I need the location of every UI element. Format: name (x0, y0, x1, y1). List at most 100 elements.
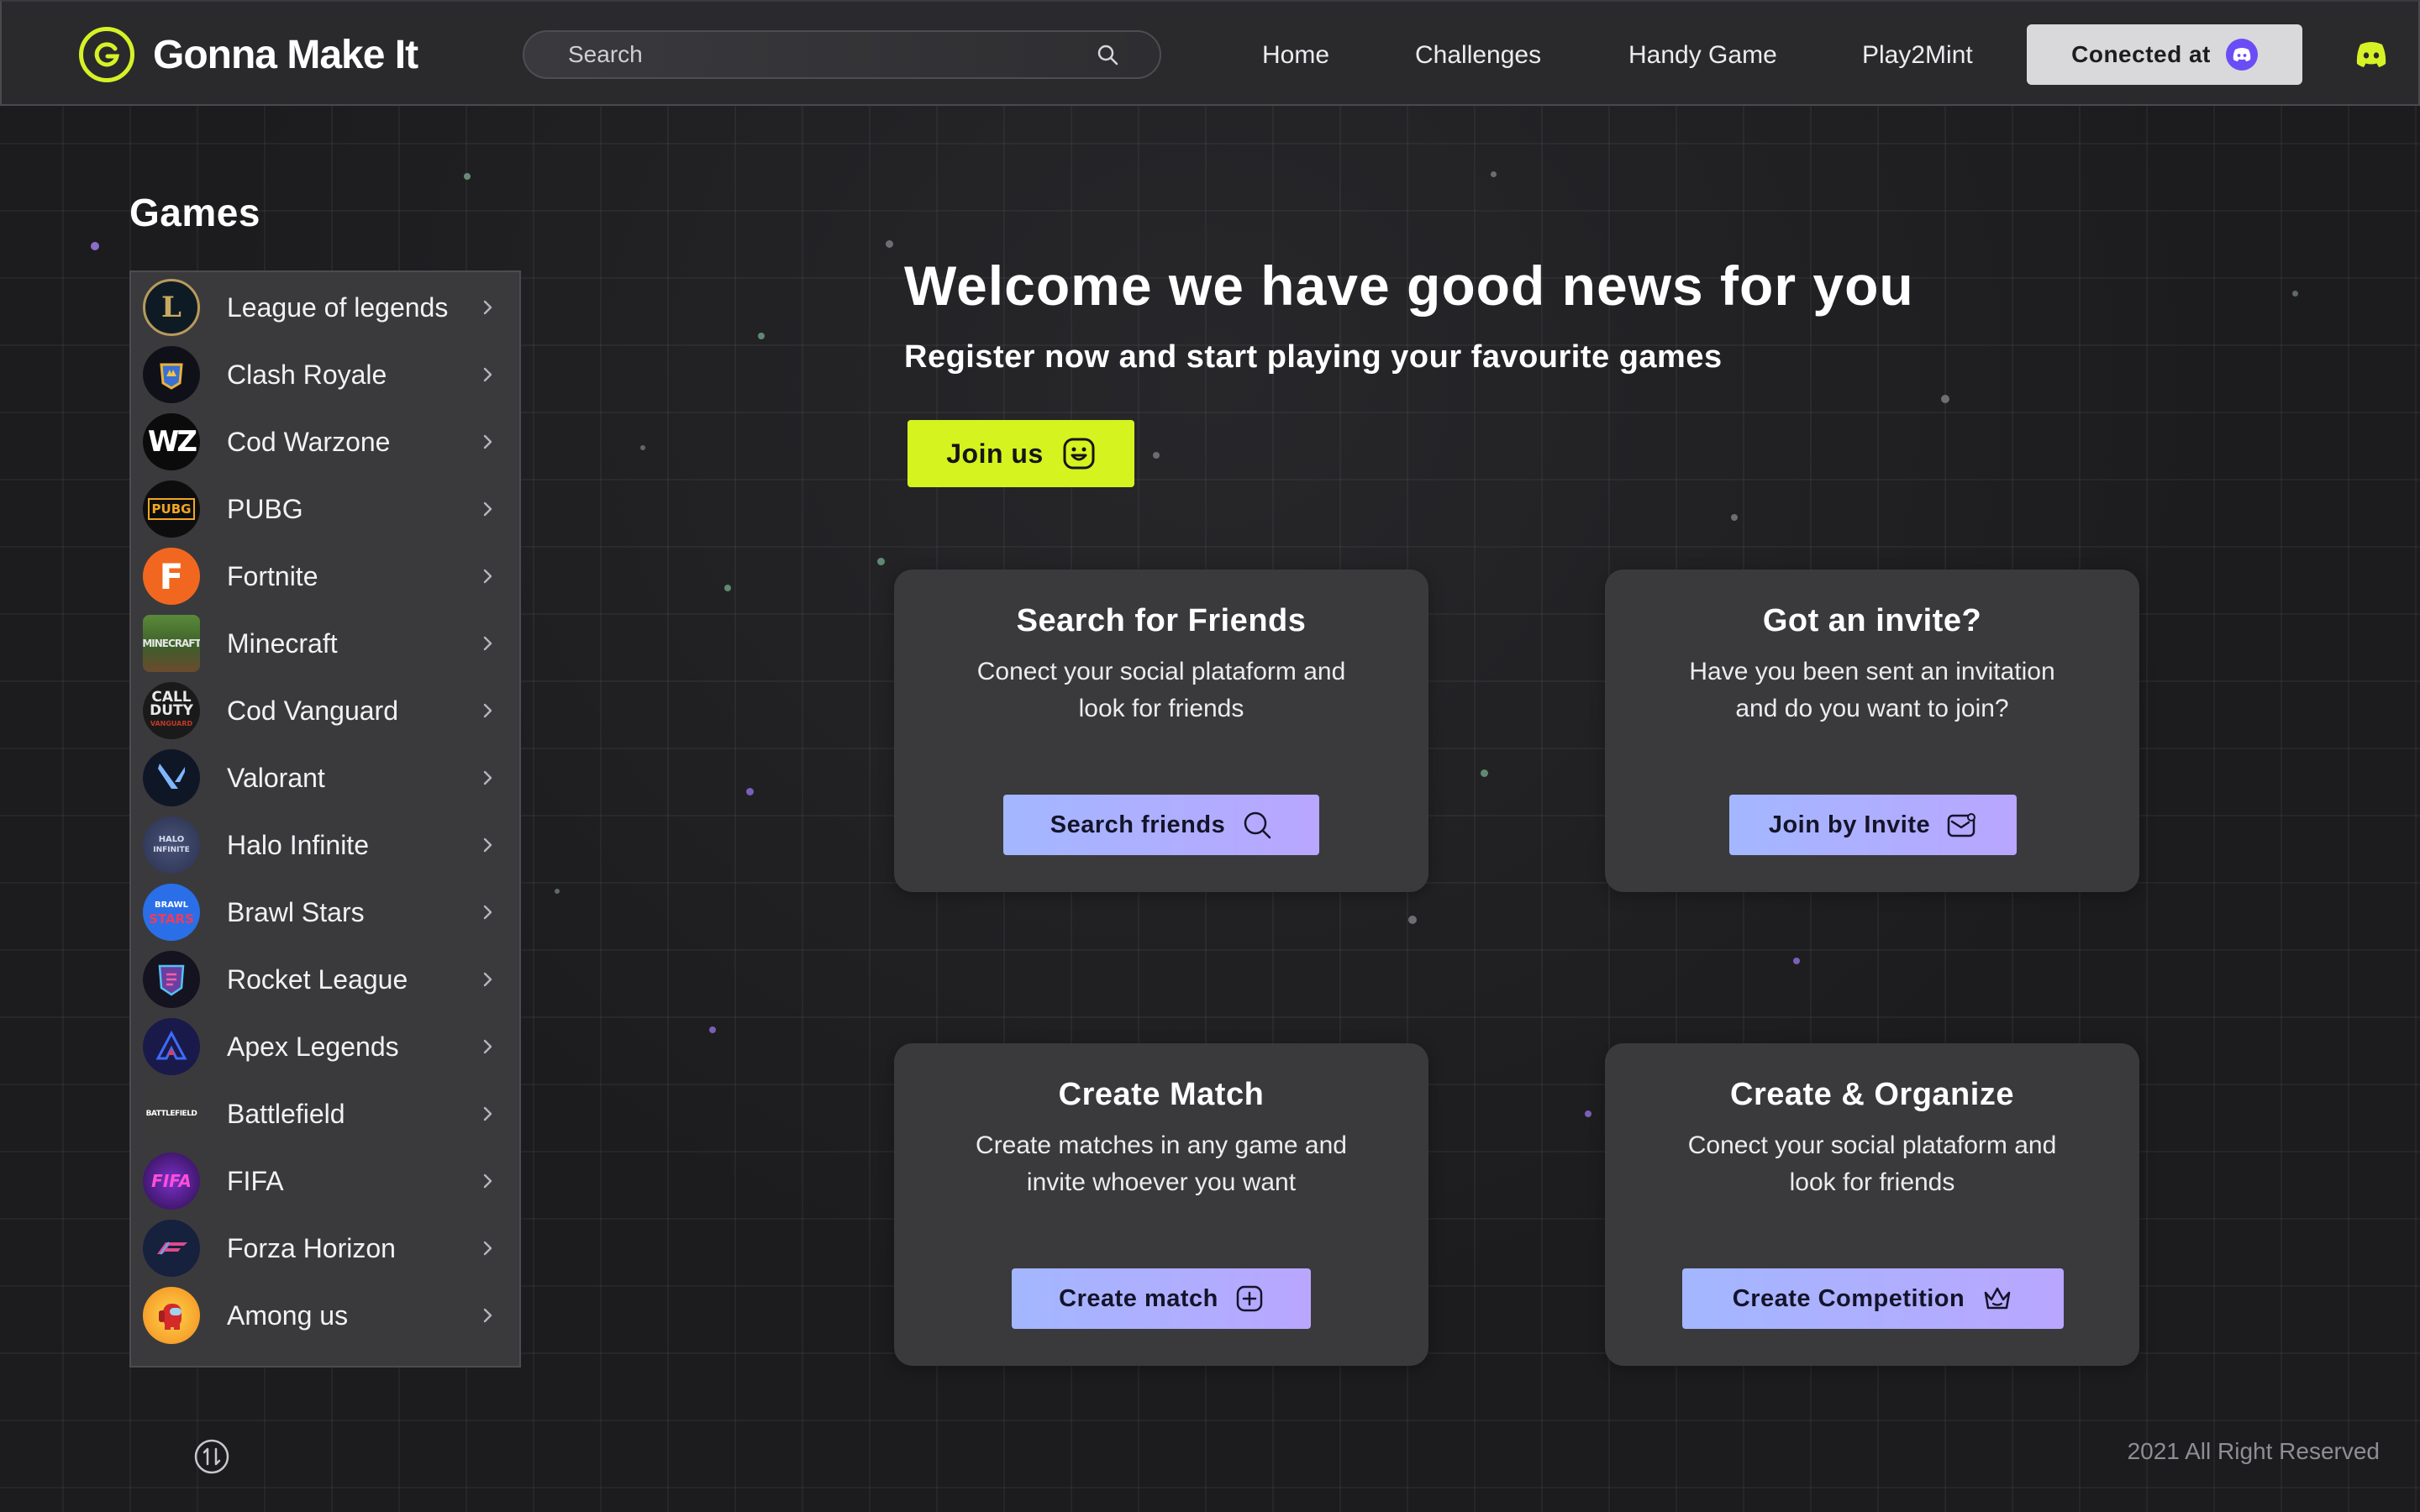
game-item-league-of-legends[interactable]: L League of legends (131, 274, 519, 341)
nav-challenges[interactable]: Challenges (1415, 35, 1541, 76)
games-heading: Games (129, 191, 260, 234)
decorative-dot (1408, 916, 1417, 924)
game-item-rocket-league[interactable]: Rocket League (131, 946, 519, 1013)
create-match-label: Create match (1059, 1284, 1218, 1312)
card-description-line: Conect your social plataform and (1687, 1131, 2057, 1159)
card-title: Create Match (1058, 1077, 1265, 1112)
chevron-right-icon (483, 1106, 492, 1121)
game-name: Among us (227, 1299, 349, 1331)
create-match-button[interactable]: Create match (1012, 1268, 1311, 1329)
join-us-button[interactable]: Join us (908, 420, 1134, 487)
connected-button[interactable]: Conected at (2027, 24, 2302, 85)
chevron-right-icon (483, 703, 492, 718)
decorative-dot (555, 889, 560, 894)
decorative-dot (640, 445, 645, 450)
chevron-right-icon (483, 972, 492, 987)
card-description-line: look for friends (1078, 695, 1244, 722)
game-item-minecraft[interactable]: MINECRAFT Minecraft (131, 610, 519, 677)
card-title: Create & Organize (1730, 1077, 2014, 1112)
card-create-organize: Create & Organize Conect your social pla… (1605, 1043, 2139, 1366)
decorative-dot (1481, 769, 1488, 777)
rocket-league-logo-icon (143, 951, 200, 1008)
decorative-dot (464, 173, 471, 180)
crown-icon (1984, 1287, 2011, 1310)
card-description-line: Have you been sent an invitation (1689, 658, 2055, 685)
sort-toggle-icon[interactable] (193, 1438, 230, 1475)
decorative-dot (709, 1026, 716, 1033)
search-bar[interactable] (523, 30, 1161, 79)
chevron-right-icon (483, 770, 492, 785)
game-name: Halo Infinite (227, 829, 369, 860)
decorative-dot (1941, 395, 1949, 403)
nav-handy-game[interactable]: Handy Game (1628, 35, 1777, 76)
search-icon (1244, 811, 1271, 839)
league-of-legends-logo-icon: L (143, 279, 200, 336)
brand[interactable]: Gonna Make It (79, 27, 418, 82)
join-us-label: Join us (946, 438, 1044, 469)
game-item-among-us[interactable]: Among us (131, 1282, 519, 1349)
hero-title: Welcome we have good news for you (904, 255, 1914, 317)
chevron-right-icon (483, 569, 492, 584)
connected-label: Conected at (2071, 41, 2211, 67)
card-description-line: look for friends (1789, 1168, 1955, 1196)
discord-icon[interactable] (2354, 40, 2388, 69)
game-item-apex-legends[interactable]: Apex Legends (131, 1013, 519, 1080)
join-by-invite-label: Join by Invite (1768, 811, 1931, 838)
game-item-fortnite[interactable]: F Fortnite (131, 543, 519, 610)
card-description: Have you been sent an invitation and do … (1655, 654, 2089, 727)
game-item-fifa[interactable]: FIFA FIFA (131, 1147, 519, 1215)
nav-home[interactable]: Home (1262, 35, 1329, 76)
card-description-line: and do you want to join? (1735, 695, 2009, 722)
game-item-forza-horizon[interactable]: Forza Horizon (131, 1215, 519, 1282)
game-item-clash-royale[interactable]: Clash Royale (131, 341, 519, 408)
game-item-cod-warzone[interactable]: WZ Cod Warzone (131, 408, 519, 475)
game-item-cod-vanguard[interactable]: CALL DUTY VANGUARD Cod Vanguard (131, 677, 519, 744)
nav-play2mint[interactable]: Play2Mint (1862, 35, 1973, 76)
decorative-dot (758, 333, 765, 339)
card-title: Search for Friends (1016, 603, 1307, 638)
card-description: Create matches in any game and invite wh… (944, 1127, 1378, 1201)
card-create-match: Create Match Create matches in any game … (894, 1043, 1428, 1366)
chevron-right-icon (483, 1039, 492, 1054)
decorative-dot (1585, 1110, 1591, 1117)
game-name: Battlefield (227, 1098, 345, 1129)
game-name: Minecraft (227, 627, 338, 659)
fortnite-logo-icon: F (143, 548, 200, 605)
game-item-brawl-stars[interactable]: BRAWL STARS Brawl Stars (131, 879, 519, 946)
game-item-pubg[interactable]: PUBG PUBG (131, 475, 519, 543)
game-name: Valorant (227, 762, 325, 793)
game-name: Clash Royale (227, 359, 387, 390)
minecraft-logo-icon: MINECRAFT (143, 615, 200, 672)
apex-legends-logo-icon (143, 1018, 200, 1075)
chevron-right-icon (483, 837, 492, 853)
chevron-right-icon (483, 1241, 492, 1256)
brawl-stars-logo-icon: BRAWL STARS (143, 884, 200, 941)
card-got-invite: Got an invite? Have you been sent an inv… (1605, 570, 2139, 892)
hero-subtitle: Register now and start playing your favo… (904, 339, 1723, 375)
pubg-logo-icon: PUBG (143, 480, 200, 538)
top-navigation-bar: Gonna Make It Home Challenges Handy Game… (0, 0, 2420, 106)
valorant-logo-icon (143, 749, 200, 806)
game-item-valorant[interactable]: Valorant (131, 744, 519, 811)
join-by-invite-button[interactable]: Join by Invite (1729, 795, 2017, 855)
game-item-battlefield[interactable]: BATTLEFIELD Battlefield (131, 1080, 519, 1147)
chevron-right-icon (483, 1308, 492, 1323)
search-icon[interactable] (1096, 43, 1119, 66)
decorative-dot (746, 788, 754, 795)
decorative-dot (91, 242, 99, 250)
search-friends-button[interactable]: Search friends (1003, 795, 1319, 855)
smiley-icon (1063, 438, 1095, 470)
decorative-dot (1793, 958, 1800, 964)
game-name: Apex Legends (227, 1031, 399, 1062)
chevron-right-icon (483, 1173, 492, 1189)
discord-icon (2225, 39, 2258, 71)
plus-square-icon (1236, 1285, 1263, 1312)
game-name: FIFA (227, 1165, 284, 1196)
forza-horizon-logo-icon (143, 1220, 200, 1277)
chevron-right-icon (483, 905, 492, 920)
chevron-right-icon (483, 367, 492, 382)
card-title: Got an invite? (1762, 603, 1982, 638)
create-competition-button[interactable]: Create Competition (1682, 1268, 2064, 1329)
search-input[interactable] (566, 40, 1096, 69)
game-item-halo-infinite[interactable]: HALO INFINITE Halo Infinite (131, 811, 519, 879)
